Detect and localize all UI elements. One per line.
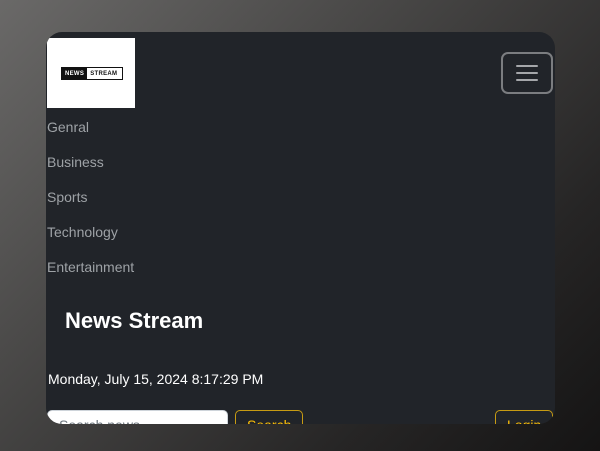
nav-item-general[interactable]: Genral	[47, 119, 89, 135]
search-input[interactable]	[47, 410, 228, 424]
current-datetime: Monday, July 15, 2024 8:17:29 PM	[48, 371, 264, 387]
login-button[interactable]: Login	[495, 410, 554, 424]
hamburger-line	[516, 72, 538, 74]
logo-text-stream: STREAM	[87, 68, 121, 79]
brand-logo[interactable]: NEWS STREAM	[47, 38, 135, 108]
logo-text-news: NEWS	[62, 68, 88, 79]
search-button[interactable]: Search	[235, 410, 304, 424]
nav-item-entertainment[interactable]: Entertainment	[47, 259, 134, 275]
nav-item-business[interactable]: Business	[47, 154, 104, 170]
nav-item-sports[interactable]: Sports	[47, 189, 87, 205]
nav-item-technology[interactable]: Technology	[47, 224, 118, 240]
hamburger-line	[516, 79, 538, 81]
app-window: NEWS STREAM Genral Business Sports Techn…	[46, 32, 555, 424]
hamburger-line	[516, 65, 538, 67]
logo-mark: NEWS STREAM	[61, 67, 123, 80]
page-title: News Stream	[65, 308, 204, 333]
hamburger-menu-icon[interactable]	[501, 52, 553, 94]
